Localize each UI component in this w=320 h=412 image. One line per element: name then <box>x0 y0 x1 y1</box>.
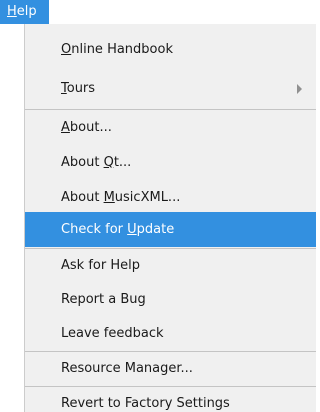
submenu-arrow-icon <box>297 84 302 94</box>
menu-separator <box>25 351 316 352</box>
menu-item-resource-manager[interactable]: Resource Manager... <box>25 353 316 385</box>
menu-item-label-pre: Check for <box>61 222 128 237</box>
menu-item-ask-for-help[interactable]: Ask for Help <box>25 250 316 282</box>
menu-item-label: Ask for Help <box>61 258 140 273</box>
menu-item-about-qt[interactable]: About Qt... <box>25 147 316 179</box>
menu-item-report-a-bug[interactable]: Report a Bug <box>25 284 316 316</box>
menu-item-label: Resource Manager... <box>61 361 193 376</box>
menu-item-label: Leave feedback <box>61 326 164 341</box>
menu-item-label: Revert to Factory Settings <box>61 396 230 411</box>
menu-item-mnemonic: U <box>127 222 137 237</box>
menu-item-label-pre: About <box>61 155 104 170</box>
menu-item-label: Report a Bug <box>61 292 146 307</box>
menu-item-online-handbook[interactable]: Online Handbook <box>25 34 316 66</box>
app-screen: Help Online Handbook Tours About... Abou… <box>0 0 316 412</box>
menubar-help-label-post: elp <box>16 4 37 19</box>
menu-item-label-post: ours <box>66 81 96 96</box>
menu-item-revert-to-factory-settings[interactable]: Revert to Factory Settings <box>25 387 316 412</box>
menu-item-mnemonic: A <box>61 120 70 135</box>
menu-item-check-for-update[interactable]: Check for Update <box>25 212 316 247</box>
menubar-help[interactable]: Help <box>0 0 49 24</box>
menu-item-mnemonic: Q <box>103 155 114 170</box>
menu-item-about[interactable]: About... <box>25 112 316 144</box>
menu-separator <box>25 248 316 249</box>
menu-bar: Help <box>0 0 316 24</box>
menu-item-mnemonic: M <box>103 190 115 205</box>
menu-separator <box>25 109 316 110</box>
menu-item-label-post: t... <box>113 155 132 170</box>
menu-item-label-pre: About <box>61 190 104 205</box>
menubar-help-mnemonic: H <box>7 4 17 19</box>
menu-item-leave-feedback[interactable]: Leave feedback <box>25 318 316 350</box>
menu-item-tours[interactable]: Tours <box>25 73 316 105</box>
menu-item-about-musicxml[interactable]: About MusicXML... <box>25 182 316 214</box>
help-menu: Online Handbook Tours About... About Qt.… <box>24 24 316 412</box>
menu-item-label-post: usicXML... <box>114 190 181 205</box>
menu-item-label-post: nline Handbook <box>71 42 173 57</box>
menu-item-label-post: bout... <box>69 120 112 135</box>
menu-item-label-post: pdate <box>136 222 175 237</box>
menu-item-mnemonic: O <box>61 42 72 57</box>
